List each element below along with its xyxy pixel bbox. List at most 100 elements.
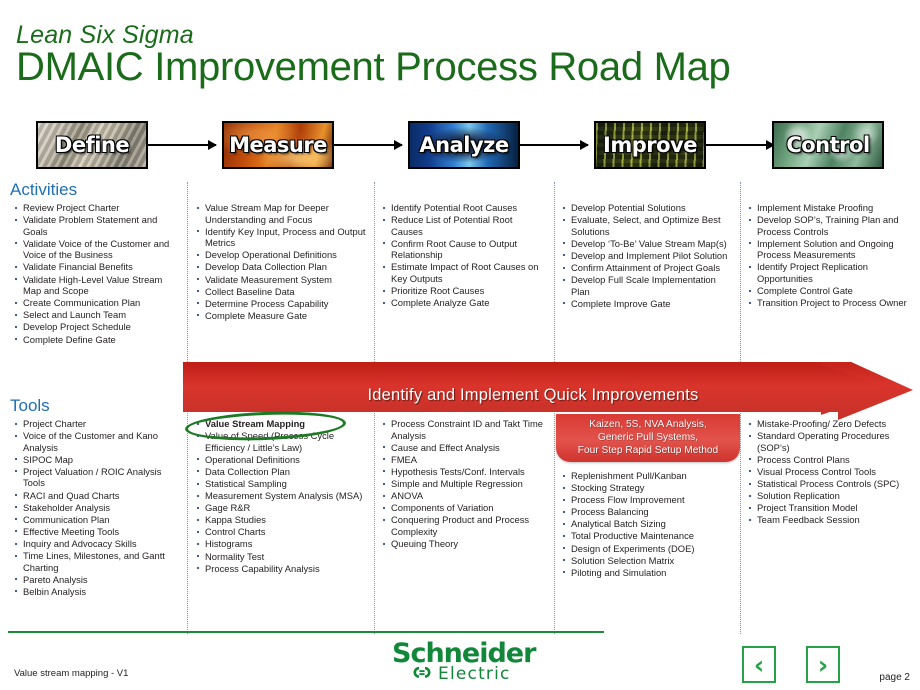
list-item: Determine Process Capability bbox=[196, 298, 370, 310]
list-item: Identify Project Replication Opportuniti… bbox=[748, 261, 914, 284]
list-item: Review Project Charter bbox=[14, 202, 182, 214]
list-item: Operational Definitions bbox=[196, 454, 372, 466]
list-item: SIPOC Map bbox=[14, 454, 182, 466]
list-item: Data Collection Plan bbox=[196, 466, 372, 478]
tools-list: Mistake-Proofing/ Zero Defects Standard … bbox=[748, 418, 914, 526]
list-item: Prioritize Root Causes bbox=[382, 285, 544, 297]
list-item: Queuing Theory bbox=[382, 538, 548, 550]
list-item: Confirm Attainment of Project Goals bbox=[562, 262, 734, 274]
activities-list: Develop Potential Solutions Evaluate, Se… bbox=[562, 202, 734, 309]
quick-improvements-callout: Kaizen, 5S, NVA Analysis, Generic Pull S… bbox=[556, 414, 740, 462]
activities-control-column: Implement Mistake Proofing Develop SOP’s… bbox=[748, 202, 914, 309]
logo-secondary-text: Electric bbox=[438, 664, 511, 684]
list-item: Develop SOP’s, Training Plan and Process… bbox=[748, 214, 914, 237]
list-item: Control Charts bbox=[196, 526, 372, 538]
list-item: Normality Test bbox=[196, 551, 372, 563]
list-item: Inquiry and Advocacy Skills bbox=[14, 538, 182, 550]
list-item: Identify Key Input, Process and Output M… bbox=[196, 226, 370, 249]
list-item: Statistical Sampling bbox=[196, 478, 372, 490]
list-item: Process Capability Analysis bbox=[196, 563, 372, 575]
list-item: Pareto Analysis bbox=[14, 574, 182, 586]
list-item: Complete Measure Gate bbox=[196, 310, 370, 322]
list-item: Create Communication Plan bbox=[14, 297, 182, 309]
list-item: Time Lines, Milestones, and Gantt Charti… bbox=[14, 550, 182, 573]
list-item: Develop Potential Solutions bbox=[562, 202, 734, 214]
list-item: Statistical Process Controls (SPC) bbox=[748, 478, 914, 490]
activities-list: Identify Potential Root Causes Reduce Li… bbox=[382, 202, 544, 309]
list-item: Estimate Impact of Root Causes on Key Ou… bbox=[382, 261, 544, 284]
list-item: Measurement System Analysis (MSA) bbox=[196, 490, 372, 502]
list-item: ANOVA bbox=[382, 490, 548, 502]
list-item: Piloting and Simulation bbox=[562, 567, 734, 579]
tools-define-column: Project Charter Voice of the Customer an… bbox=[14, 418, 182, 598]
list-item: Team Feedback Session bbox=[748, 514, 914, 526]
list-item: Process Balancing bbox=[562, 506, 734, 518]
list-item: Reduce List of Potential Root Causes bbox=[382, 214, 544, 237]
list-item: Components of Variation bbox=[382, 502, 548, 514]
activities-analyze-column: Identify Potential Root Causes Reduce Li… bbox=[382, 202, 544, 309]
list-item: Visual Process Control Tools bbox=[748, 466, 914, 478]
tools-analyze-column: Process Constraint ID and Takt Time Anal… bbox=[382, 418, 548, 550]
activities-list: Implement Mistake Proofing Develop SOP’s… bbox=[748, 202, 914, 309]
list-item: Validate Problem Statement and Goals bbox=[14, 214, 182, 237]
list-item: Develop Data Collection Plan bbox=[196, 261, 370, 273]
list-item: Belbin Analysis bbox=[14, 586, 182, 598]
activities-list: Review Project Charter Validate Problem … bbox=[14, 202, 182, 345]
content-columns: Review Project Charter Validate Problem … bbox=[0, 0, 920, 690]
chevron-left-icon: ‹ bbox=[753, 650, 765, 679]
activities-define-column: Review Project Charter Validate Problem … bbox=[14, 202, 182, 346]
list-item: Project Charter bbox=[14, 418, 182, 430]
list-item: Replenishment Pull/Kanban bbox=[562, 470, 734, 482]
logo-primary-text: Schneider bbox=[392, 638, 536, 669]
list-item: Process Flow Improvement bbox=[562, 494, 734, 506]
list-item: Simple and Multiple Regression bbox=[382, 478, 548, 490]
tools-list: Replenishment Pull/Kanban Stocking Strat… bbox=[562, 470, 734, 578]
tools-improve-column: Replenishment Pull/Kanban Stocking Strat… bbox=[562, 470, 734, 579]
tools-list: Project Charter Voice of the Customer an… bbox=[14, 418, 182, 597]
list-item: Hypothesis Tests/Conf. Intervals bbox=[382, 466, 548, 478]
list-item: Validate Measurement System bbox=[196, 274, 370, 286]
list-item: Design of Experiments (DOE) bbox=[562, 543, 734, 555]
list-item: Transition Project to Process Owner bbox=[748, 297, 914, 309]
list-item: Project Transition Model bbox=[748, 502, 914, 514]
next-slide-button[interactable]: › bbox=[806, 646, 840, 683]
list-item: Solution Replication bbox=[748, 490, 914, 502]
list-item: Implement Solution and Ongoing Process M… bbox=[748, 238, 914, 261]
tools-measure-column: Value Stream Mapping Value of Speed (Pro… bbox=[196, 418, 372, 575]
list-item: Solution Selection Matrix bbox=[562, 555, 734, 567]
list-item: Select and Launch Team bbox=[14, 309, 182, 321]
list-item: Project Valuation / ROIC Analysis Tools bbox=[14, 466, 182, 489]
list-item: Complete Improve Gate bbox=[562, 298, 734, 310]
callout-text: Kaizen, 5S, NVA Analysis, Generic Pull S… bbox=[556, 418, 740, 458]
activities-improve-column: Develop Potential Solutions Evaluate, Se… bbox=[562, 202, 734, 310]
list-item: Communication Plan bbox=[14, 514, 182, 526]
tools-list: Process Constraint ID and Takt Time Anal… bbox=[382, 418, 548, 550]
list-item: Cause and Effect Analysis bbox=[382, 442, 548, 454]
list-item: Complete Analyze Gate bbox=[382, 297, 544, 309]
page-number: page 2 bbox=[879, 672, 910, 683]
list-item: Voice of the Customer and Kano Analysis bbox=[14, 430, 182, 453]
tools-list: Value Stream Mapping Value of Speed (Pro… bbox=[196, 418, 372, 574]
list-item: Complete Define Gate bbox=[14, 334, 182, 346]
arrow-label: Identify and Implement Quick Improvement… bbox=[367, 386, 699, 404]
list-item: Develop Operational Definitions bbox=[196, 249, 370, 261]
list-item: Collect Baseline Data bbox=[196, 286, 370, 298]
list-item: Develop Project Schedule bbox=[14, 321, 182, 333]
list-item: Implement Mistake Proofing bbox=[748, 202, 914, 214]
list-item: Effective Meeting Tools bbox=[14, 526, 182, 538]
list-item: Stakeholder Analysis bbox=[14, 502, 182, 514]
list-item: Complete Control Gate bbox=[748, 285, 914, 297]
activities-list: Value Stream Map for Deeper Understandin… bbox=[196, 202, 370, 321]
list-item: Gage R&R bbox=[196, 502, 372, 514]
callout-line: Kaizen, 5S, NVA Analysis, bbox=[589, 419, 707, 430]
list-item: FMEA bbox=[382, 454, 548, 466]
list-item: Conquering Product and Process Complexit… bbox=[382, 514, 548, 537]
footer-note: Value stream mapping - V1 bbox=[14, 668, 129, 679]
list-item: Stocking Strategy bbox=[562, 482, 734, 494]
callout-line: Four Step Rapid Setup Method bbox=[577, 445, 719, 457]
list-item: Confirm Root Cause to Output Relationshi… bbox=[382, 238, 544, 261]
list-item: Develop ‘To-Be’ Value Stream Map(s) bbox=[562, 238, 734, 250]
tools-control-column: Mistake-Proofing/ Zero Defects Standard … bbox=[748, 418, 914, 526]
list-item: Standard Operating Procedures (SOP’s) bbox=[748, 430, 914, 453]
prev-slide-button[interactable]: ‹ bbox=[742, 646, 776, 683]
